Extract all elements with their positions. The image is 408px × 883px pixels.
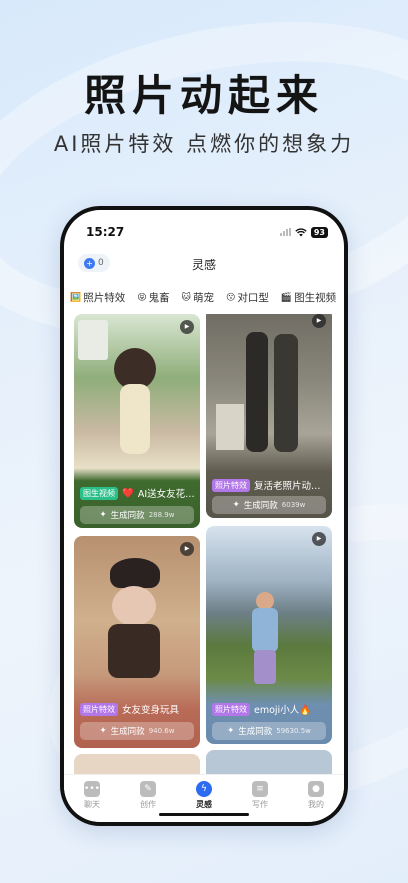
card-subject	[254, 650, 276, 684]
generate-same-button[interactable]: ✦ 生成同款 288.9w	[80, 506, 194, 524]
hero-subtitle: AI照片特效 点燃你的想象力	[53, 132, 355, 156]
usage-count: 940.6w	[148, 727, 175, 735]
card-caption: 照片特效 复活老照片动…	[212, 478, 326, 492]
tongue-face-icon: 😝	[137, 292, 147, 303]
card-inset-photo	[78, 320, 108, 360]
tab-pets[interactable]: 🐱 萌宠	[182, 290, 214, 305]
signal-icon	[279, 228, 291, 236]
status-bar: 15:27 93	[86, 224, 328, 240]
tab-lip-sync[interactable]: 😗 对口型	[226, 290, 269, 305]
tabbar-label: 灵感	[196, 800, 212, 809]
inspiration-grid: ▶ 图生视频 ❤️ AI送女友花… ✦ 生成同款 288.9w ▶ 照片特效 复…	[74, 314, 334, 774]
card-caption: 图生视频 ❤️ AI送女友花…	[80, 486, 194, 500]
tabbar-item-profile[interactable]: ● 我的	[296, 781, 336, 822]
tabbar-label: 聊天	[84, 800, 100, 809]
tab-label: 图生视频	[294, 292, 337, 304]
card-title: 女友变身玩具	[122, 705, 180, 716]
card-subject	[246, 332, 268, 452]
card-inset-photo	[216, 404, 244, 450]
top-navigation: + 0 灵感	[64, 252, 344, 276]
play-icon[interactable]: ▶	[312, 314, 326, 328]
card-tag: 照片特效	[212, 478, 250, 492]
card-title: AI送女友花…	[137, 489, 194, 500]
sparkle-icon: ✦	[99, 510, 107, 520]
card-tag: 照片特效	[212, 702, 250, 716]
status-time: 15:27	[86, 225, 125, 239]
card-caption: 照片特效 emoji小人🔥	[212, 702, 326, 716]
magic-wand-icon: ✎	[140, 781, 156, 797]
kiss-face-icon: 😗	[226, 292, 236, 303]
card-caption: 照片特效 女友变身玩具	[80, 702, 194, 716]
heart-icon: ❤️	[122, 487, 134, 499]
category-tabs: 🖼️ 照片特效 😝 鬼畜 🐱 萌宠 😗 对口型 🎬 图生视频	[70, 290, 344, 305]
card-subject	[274, 334, 298, 452]
lightning-icon: ϟ	[196, 781, 212, 797]
clapper-icon: 🎬	[280, 292, 293, 303]
document-edit-icon: ≡	[252, 781, 268, 797]
button-label: 生成同款	[110, 511, 145, 521]
sparkle-icon: ✦	[99, 726, 107, 736]
home-indicator	[159, 813, 249, 816]
template-card[interactable]	[206, 750, 332, 774]
card-title: emoji小人🔥	[254, 705, 312, 716]
card-title: 复活老照片动…	[254, 481, 321, 492]
tab-funny[interactable]: 😝 鬼畜	[137, 290, 169, 305]
template-card[interactable]	[74, 754, 200, 774]
tabbar-label: 创作	[140, 800, 156, 809]
play-icon[interactable]: ▶	[180, 320, 194, 334]
battery-icon: 93	[310, 226, 328, 238]
button-label: 生成同款	[243, 501, 278, 511]
play-icon[interactable]: ▶	[180, 542, 194, 556]
template-card[interactable]: ▶ 照片特效 女友变身玩具 ✦ 生成同款 940.6w	[74, 536, 200, 748]
picture-icon: 🖼️	[70, 292, 82, 303]
button-label: 生成同款	[110, 727, 145, 737]
usage-count: 6039w	[281, 501, 306, 509]
card-tag: 照片特效	[80, 702, 118, 716]
card-subject	[252, 608, 278, 652]
card-tag: 图生视频	[80, 486, 118, 500]
card-subject	[120, 384, 150, 454]
status-indicators: 93	[279, 226, 328, 238]
tab-label: 对口型	[237, 292, 269, 304]
tab-label: 照片特效	[83, 292, 126, 304]
card-subject	[112, 586, 156, 626]
page-title: 灵感	[191, 258, 216, 272]
chat-icon: •••	[84, 781, 100, 797]
play-icon[interactable]: ▶	[312, 532, 326, 546]
usage-count: 288.9w	[148, 511, 175, 519]
tabbar-label: 写作	[252, 800, 268, 809]
phone-frame: 15:27 93 + 0 灵感 🖼️ 照片特效 😝 鬼畜 🐱 萌宠 😗 对口型 …	[60, 206, 348, 826]
user-icon: ●	[308, 781, 324, 797]
tabbar-item-chat[interactable]: ••• 聊天	[72, 781, 112, 822]
tab-label: 萌宠	[193, 292, 214, 304]
card-subject	[110, 558, 160, 588]
usage-count: 59630.5w	[276, 727, 311, 735]
tab-photo-effects[interactable]: 🖼️ 照片特效	[70, 290, 125, 305]
phone-screen: 15:27 93 + 0 灵感 🖼️ 照片特效 😝 鬼畜 🐱 萌宠 😗 对口型 …	[64, 210, 344, 822]
button-label: 生成同款	[238, 727, 273, 737]
generate-same-button[interactable]: ✦ 生成同款 6039w	[212, 496, 326, 514]
generate-same-button[interactable]: ✦ 生成同款 940.6w	[80, 722, 194, 740]
template-card[interactable]: ▶ 照片特效 emoji小人🔥 ✦ 生成同款 59630.5w	[206, 526, 332, 744]
tab-image-to-video[interactable]: 🎬 图生视频	[281, 290, 336, 305]
tab-label: 鬼畜	[148, 292, 170, 304]
template-card[interactable]: ▶ 图生视频 ❤️ AI送女友花… ✦ 生成同款 288.9w	[74, 314, 200, 528]
hero-title: 照片动起来	[83, 71, 324, 120]
wifi-icon	[295, 227, 307, 236]
sparkle-icon: ✦	[227, 726, 235, 736]
sparkle-icon: ✦	[232, 500, 240, 510]
tabbar-label: 我的	[308, 800, 324, 809]
generate-same-button[interactable]: ✦ 生成同款 59630.5w	[212, 722, 326, 740]
cat-icon: 🐱	[181, 292, 191, 303]
card-subject	[108, 624, 160, 678]
template-card[interactable]: ▶ 照片特效 复活老照片动… ✦ 生成同款 6039w	[206, 314, 332, 518]
